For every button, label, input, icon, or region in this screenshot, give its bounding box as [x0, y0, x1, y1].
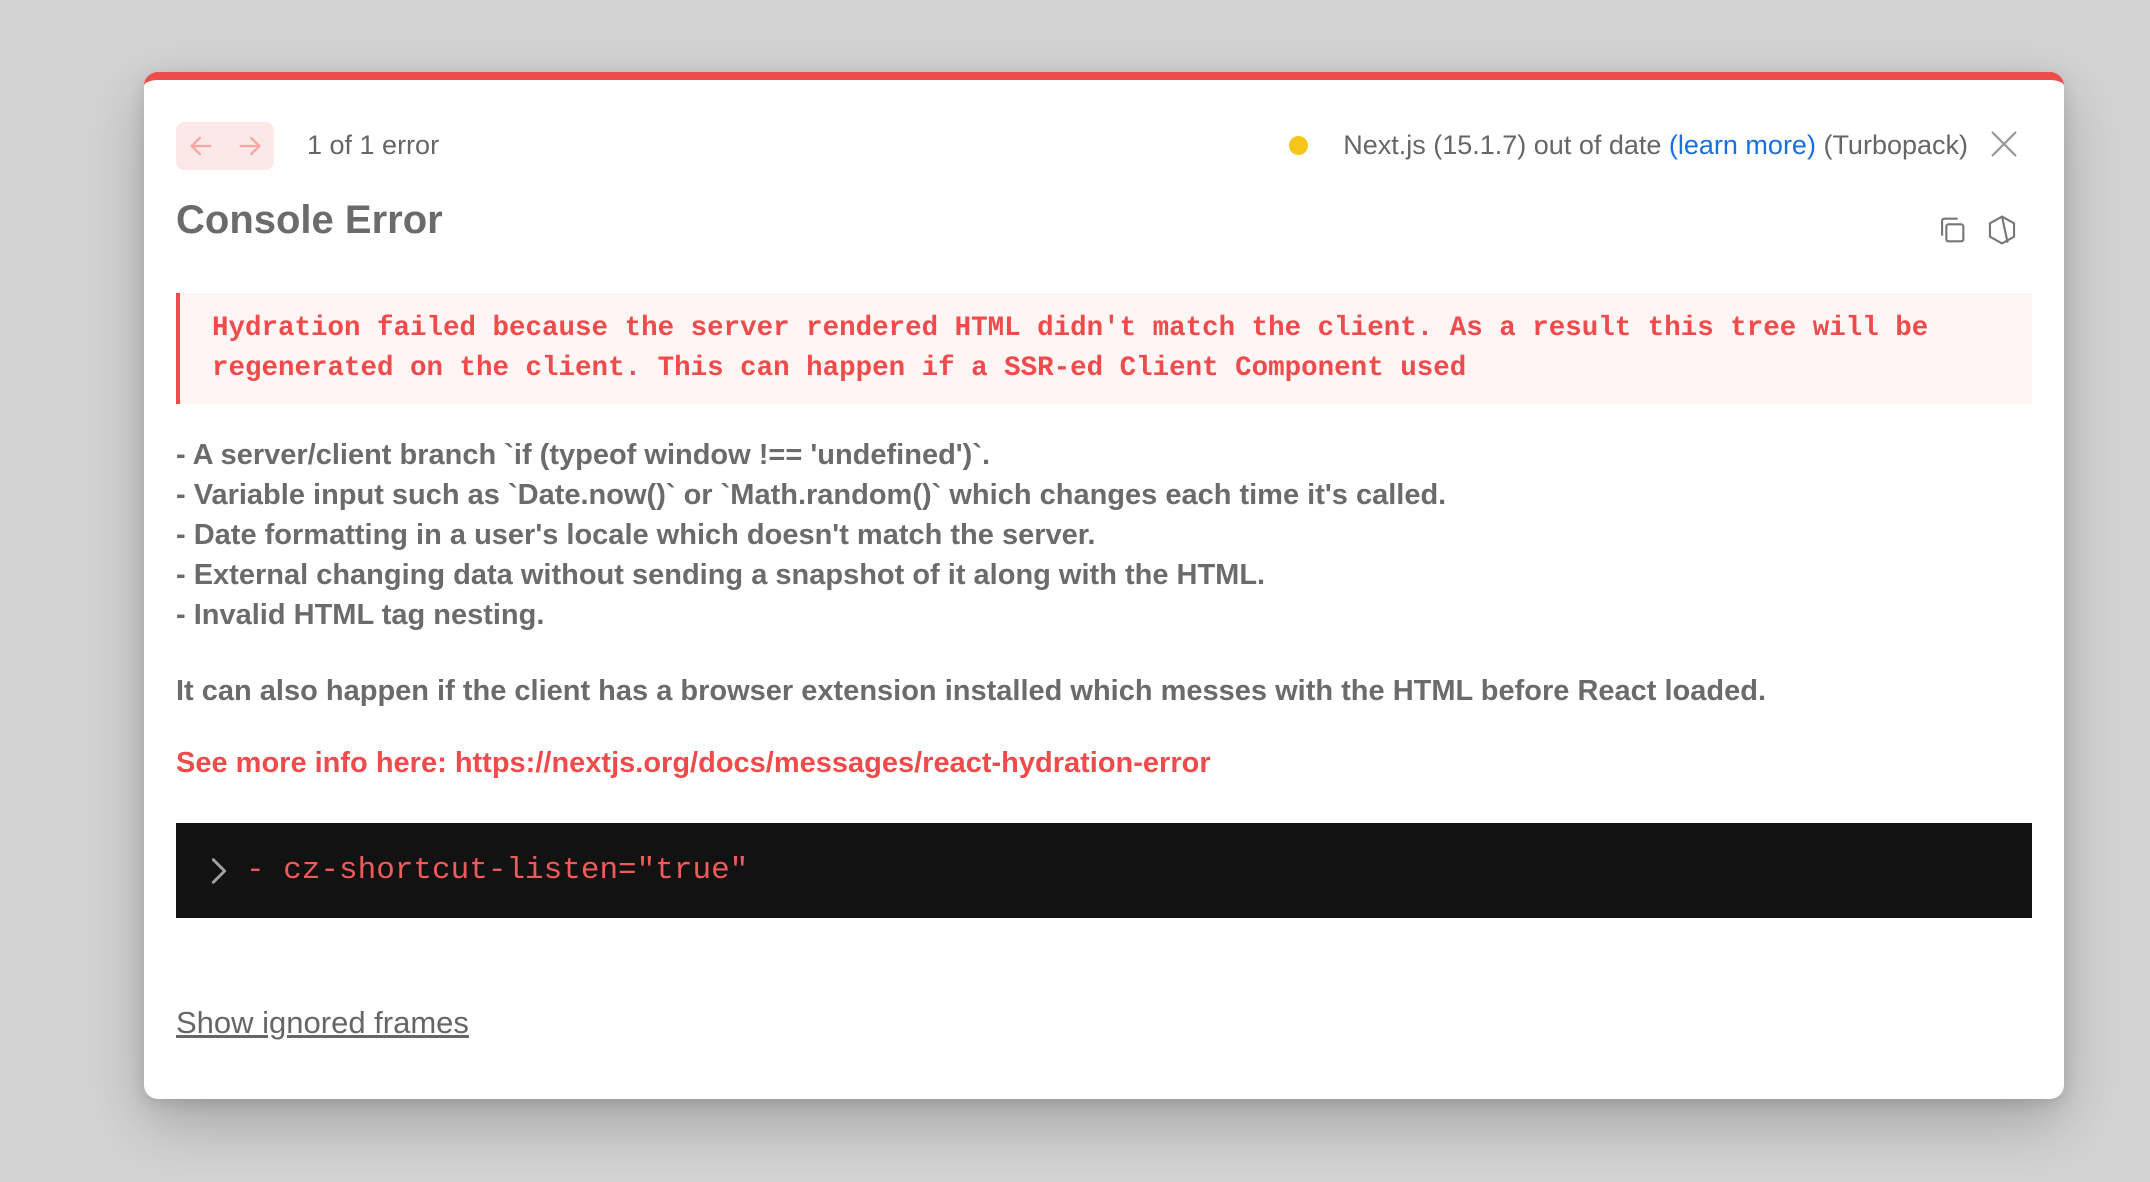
list-item: - Invalid HTML tag nesting.: [176, 599, 545, 631]
more-info-prefix: See more info here:: [176, 747, 455, 779]
arrow-right-icon: [239, 136, 260, 156]
copy-error-button[interactable]: [1932, 210, 1972, 250]
error-pagination-nav: [176, 122, 274, 170]
close-icon: [1991, 131, 2017, 157]
list-item: - Date formatting in a user's locale whi…: [176, 519, 1096, 551]
version-text: Next.js (15.1.7) out of date: [1343, 130, 1669, 160]
list-item: - Variable input such as `Date.now()` or…: [176, 479, 1447, 511]
version-status-dot: [1289, 136, 1309, 155]
nodejs-icon: [1988, 215, 2016, 245]
docs-link[interactable]: https://nextjs.org/docs/messages/react-h…: [455, 747, 1211, 779]
error-overlay-dialog: 1 of 1 error Next.js (15.1.7) out of dat…: [144, 72, 2064, 1099]
more-info-line: See more info here: https://nextjs.org/d…: [176, 747, 1211, 780]
arrow-left-icon: [190, 136, 211, 156]
diff-line: - cz-shortcut-listen="true": [246, 853, 749, 888]
list-item: - External changing data without sending…: [176, 559, 1266, 591]
next-error-button[interactable]: [225, 122, 274, 170]
previous-error-button[interactable]: [176, 122, 225, 170]
hydration-diff-block[interactable]: - cz-shortcut-listen="true": [176, 823, 2032, 918]
error-message: Hydration failed because the server rend…: [176, 293, 2032, 404]
bundler-text: (Turbopack): [1815, 130, 1968, 160]
nodejs-inspector-button[interactable]: [1982, 210, 2022, 250]
chevron-right-icon: [211, 857, 227, 884]
error-title: Console Error: [176, 198, 443, 242]
list-item: - A server/client branch `if (typeof win…: [176, 439, 991, 471]
error-count: 1 of 1 error: [307, 130, 440, 160]
error-causes-list: - A server/client branch `if (typeof win…: [176, 435, 1446, 635]
extension-note: It can also happen if the client has a b…: [176, 675, 1767, 707]
learn-more-link[interactable]: (learn more): [1669, 130, 1816, 161]
show-ignored-frames-button[interactable]: Show ignored frames: [176, 1005, 469, 1041]
copy-icon: [1941, 217, 1965, 243]
version-status: Next.js (15.1.7) out of date (learn more…: [1289, 130, 1968, 161]
close-button[interactable]: [1984, 124, 2024, 164]
